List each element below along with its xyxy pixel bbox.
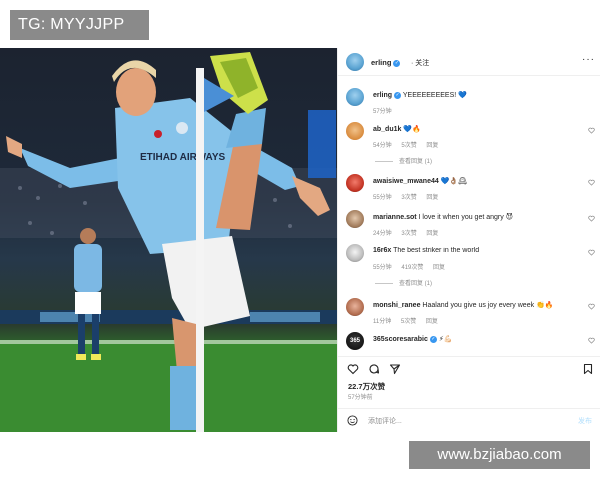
send-icon[interactable] bbox=[389, 363, 401, 375]
post-photo[interactable]: ETIHAD AIRWAYS bbox=[0, 48, 337, 432]
commenter-avatar[interactable] bbox=[346, 298, 364, 316]
comment-time: 54分钟 bbox=[373, 143, 392, 149]
caption-body: YEEEEEEEEES! 💙 bbox=[402, 92, 467, 99]
reply-button[interactable]: 回复 bbox=[426, 319, 438, 325]
post-comment-button[interactable]: 发布 bbox=[578, 416, 592, 426]
jersey-text: ETIHAD AIRWAYS bbox=[140, 152, 226, 163]
comment-likes[interactable]: 419次赞 bbox=[401, 265, 423, 271]
verified-badge-icon: ✓ bbox=[429, 335, 437, 343]
comment-body: 💙👌🏽🕰 bbox=[440, 178, 468, 185]
commenter-username[interactable]: awaisiwe_mwane44 bbox=[373, 178, 439, 185]
comment-time: 11分钟 bbox=[373, 319, 392, 325]
post-details-panel: erling ✓ · 关注 ··· erling ✓ YEEEEEEEEES! 💙 … bbox=[337, 48, 600, 432]
caption-text: erling ✓ YEEEEEEEEES! 💙 bbox=[373, 91, 578, 99]
reply-button[interactable]: 回复 bbox=[426, 231, 438, 237]
more-horizontal-icon[interactable]: ··· bbox=[582, 55, 595, 65]
comment-text: awaisiwe_mwane44 💙👌🏽🕰 bbox=[373, 177, 578, 185]
comment-meta: 54分钟 5次赞 回复 bbox=[373, 140, 446, 149]
verified-badge-icon: ✓ bbox=[394, 91, 402, 99]
comment-meta: 11分钟 5次赞 回复 bbox=[373, 316, 446, 325]
watermark-top: TG: MYYJJPP bbox=[10, 10, 149, 40]
heart-icon[interactable] bbox=[588, 127, 595, 134]
bookmark-icon[interactable] bbox=[582, 363, 594, 375]
verified-badge-icon: ✓ bbox=[393, 59, 401, 67]
comment-body: ⚡💪🏻 bbox=[438, 336, 453, 343]
heart-icon[interactable] bbox=[588, 215, 595, 222]
heart-icon[interactable] bbox=[588, 303, 595, 310]
comment-body: I love it when you get angry 😈 bbox=[418, 214, 513, 221]
post-header: erling ✓ · 关注 ··· bbox=[338, 48, 600, 76]
author-username-text[interactable]: erling bbox=[371, 58, 391, 67]
heart-icon[interactable] bbox=[347, 363, 359, 375]
reply-button[interactable]: 回复 bbox=[433, 265, 445, 271]
comment-row: ab_du1k 💙🔥 54分钟 5次赞 回复 查看回复 (1) bbox=[338, 122, 600, 166]
heart-icon[interactable] bbox=[588, 337, 595, 344]
author-username[interactable]: erling ✓ bbox=[371, 58, 401, 67]
follow-button[interactable]: · 关注 bbox=[411, 58, 429, 68]
comment-time: 24分钟 bbox=[373, 231, 392, 237]
caption-time: 57分钟 bbox=[373, 109, 392, 115]
comment-icon[interactable] bbox=[368, 363, 380, 375]
reply-button[interactable]: 回复 bbox=[426, 195, 438, 201]
heart-icon[interactable] bbox=[588, 179, 595, 186]
comment-text: monshi_ranee Haaland you give us joy eve… bbox=[373, 301, 578, 309]
commenter-avatar[interactable] bbox=[346, 244, 364, 262]
comment-row: monshi_ranee Haaland you give us joy eve… bbox=[338, 298, 600, 328]
heart-icon[interactable] bbox=[588, 249, 595, 256]
emoji-icon[interactable] bbox=[347, 415, 358, 426]
add-comment-bar: 添加评论... 发布 bbox=[338, 408, 600, 432]
football-player-photo: ETIHAD AIRWAYS bbox=[0, 52, 337, 432]
comment-text: marianne.sot I love it when you get angr… bbox=[373, 213, 578, 221]
comment-body: 💙🔥 bbox=[403, 126, 421, 133]
caption-avatar[interactable] bbox=[346, 88, 364, 106]
commenter-username[interactable]: 365scoresarabic bbox=[373, 336, 428, 343]
commenter-avatar[interactable]: 365 bbox=[346, 332, 364, 350]
action-bar bbox=[338, 356, 600, 376]
comment-likes[interactable]: 5次赞 bbox=[401, 319, 416, 325]
comment-text: 16r6x The best striker in the world bbox=[373, 247, 578, 254]
comment-likes[interactable]: 5次赞 bbox=[401, 143, 416, 149]
comment-meta: 55分钟 3次赞 回复 bbox=[373, 192, 446, 201]
comment-body: The best striker in the world bbox=[393, 247, 480, 254]
caption-username[interactable]: erling bbox=[373, 92, 392, 99]
comment-row: awaisiwe_mwane44 💙👌🏽🕰 55分钟 3次赞 回复 bbox=[338, 174, 600, 204]
caption-row: erling ✓ YEEEEEEEEES! 💙 57分钟 bbox=[338, 88, 600, 115]
commenter-username[interactable]: 16r6x bbox=[373, 247, 391, 254]
post-time: 57分钟前 bbox=[348, 395, 373, 401]
commenter-username[interactable]: ab_du1k bbox=[373, 126, 401, 133]
author-avatar[interactable] bbox=[346, 53, 364, 71]
comment-input[interactable]: 添加评论... bbox=[368, 416, 402, 426]
comment-time: 55分钟 bbox=[373, 265, 392, 271]
commenter-avatar[interactable] bbox=[346, 122, 364, 140]
comment-meta: 55分钟 419次赞 回复 bbox=[373, 262, 453, 271]
comment-body: Haaland you give us joy every week 👏🔥 bbox=[422, 302, 554, 309]
caption-meta: 57分钟 bbox=[373, 106, 400, 115]
reply-button[interactable]: 回复 bbox=[426, 143, 438, 149]
follow-label[interactable]: 关注 bbox=[415, 60, 429, 67]
comment-likes[interactable]: 3次赞 bbox=[401, 195, 416, 201]
comment-time: 55分钟 bbox=[373, 195, 392, 201]
comment-row: 365 365scoresarabic ✓ ⚡💪🏻 bbox=[338, 332, 600, 354]
comment-row: marianne.sot I love it when you get angr… bbox=[338, 210, 600, 240]
commenter-username[interactable]: monshi_ranee bbox=[373, 302, 420, 309]
commenter-avatar[interactable] bbox=[346, 210, 364, 228]
view-replies-button[interactable]: 查看回复 (1) bbox=[375, 278, 432, 287]
comment-text: 365scoresarabic ✓ ⚡💪🏻 bbox=[373, 335, 578, 343]
commenter-avatar[interactable] bbox=[346, 174, 364, 192]
like-count[interactable]: 22.7万次赞 bbox=[348, 381, 385, 392]
comment-row: 16r6x The best striker in the world 55分钟… bbox=[338, 244, 600, 288]
watermark-bottom: www.bzjiabao.com bbox=[409, 441, 590, 469]
comment-likes[interactable]: 3次赞 bbox=[401, 231, 416, 237]
commenter-username[interactable]: marianne.sot bbox=[373, 214, 417, 221]
view-replies-button[interactable]: 查看回复 (1) bbox=[375, 156, 432, 165]
comment-text: ab_du1k 💙🔥 bbox=[373, 125, 578, 133]
comment-meta: 24分钟 3次赞 回复 bbox=[373, 228, 446, 237]
